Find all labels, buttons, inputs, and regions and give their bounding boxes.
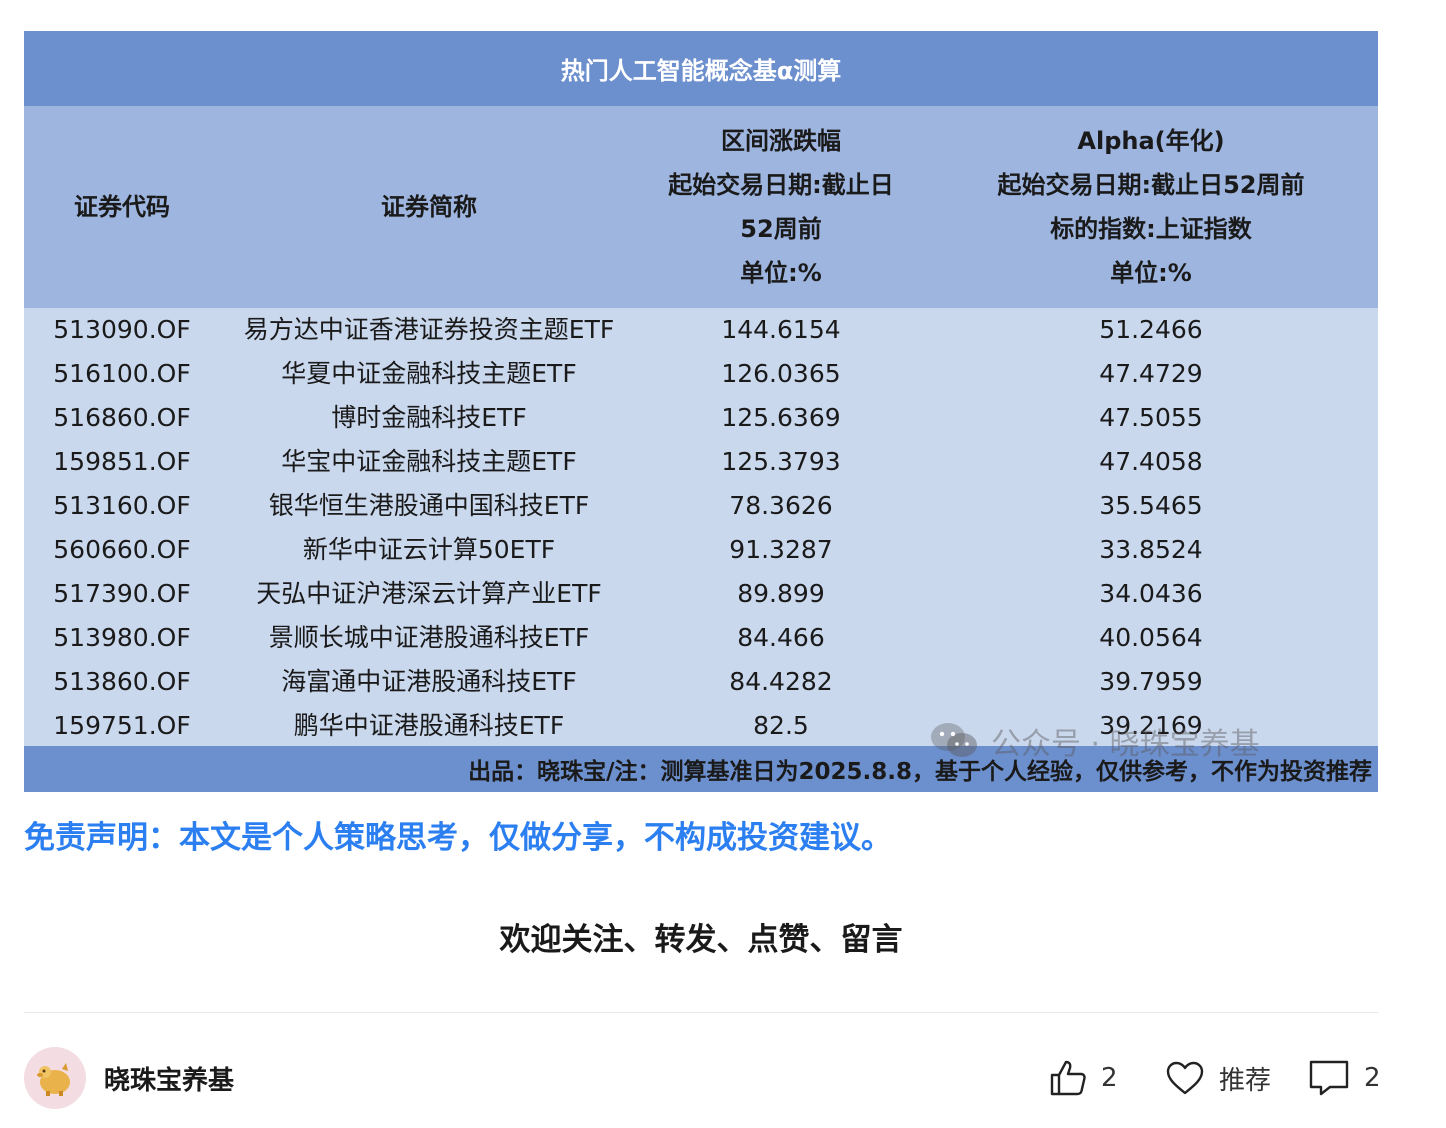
fund-alpha: 34.0436 <box>1099 579 1203 608</box>
table-row: 516860.OF 博时金融科技ETF 125.6369 47.5055 <box>24 396 1378 440</box>
header-name: 证券简称 <box>381 193 477 221</box>
fund-alpha: 33.8524 <box>1099 535 1203 564</box>
fund-alpha: 47.5055 <box>1099 403 1203 432</box>
table-title: 热门人工智能概念基α测算 <box>24 31 1378 106</box>
fund-change: 84.4282 <box>729 667 833 696</box>
table-row: 513860.OF 海富通中证港股通科技ETF 84.4282 39.7959 <box>24 660 1378 704</box>
fund-name: 银华恒生港股通中国科技ETF <box>268 491 590 520</box>
fund-code: 560660.OF <box>53 535 191 564</box>
fund-alpha: 51.2466 <box>1099 315 1203 344</box>
fund-name: 新华中证云计算50ETF <box>302 535 556 564</box>
fund-change: 82.5 <box>753 711 809 740</box>
header-alpha: Alpha(年化) 起始交易日期:截止日52周前 标的指数:上证指数 单位:% <box>997 127 1305 287</box>
fund-alpha: 40.0564 <box>1099 623 1203 652</box>
comment-button[interactable]: 2 <box>1308 1054 1381 1102</box>
like-button[interactable]: 2 <box>1049 1054 1118 1102</box>
comment-icon <box>1309 1060 1349 1096</box>
recommend-button[interactable]: 推荐 <box>1165 1054 1271 1102</box>
fund-name: 博时金融科技ETF <box>331 403 527 432</box>
action-bar: 2 推荐 2 <box>0 1054 1446 1102</box>
table-header: 证券代码 证券简称 区间涨跌幅 起始交易日期:截止日 52周前 单位:% Alp… <box>24 106 1378 308</box>
thumbs-up-icon <box>1050 1060 1086 1096</box>
recommend-label: 推荐 <box>1219 1065 1272 1096</box>
table-row: 513090.OF 易方达中证香港证券投资主题ETF 144.6154 51.2… <box>24 308 1378 352</box>
table-body: 513090.OF 易方达中证香港证券投资主题ETF 144.6154 51.2… <box>24 308 1378 746</box>
divider <box>24 1012 1378 1013</box>
fund-change: 84.466 <box>737 623 825 652</box>
fund-change: 89.899 <box>737 579 825 608</box>
watermark-text: 公众号 · 晓珠宝养基 <box>991 727 1260 762</box>
fund-code: 513090.OF <box>53 315 191 344</box>
fund-code: 516100.OF <box>53 359 191 388</box>
like-count: 2 <box>1101 1063 1118 1093</box>
fund-change: 125.6369 <box>721 403 841 432</box>
fund-name: 海富通中证港股通科技ETF <box>281 667 577 696</box>
fund-name: 华夏中证金融科技主题ETF <box>281 359 577 388</box>
fund-code: 159751.OF <box>53 711 191 740</box>
fund-alpha: 47.4058 <box>1099 447 1203 476</box>
table-row: 513980.OF 景顺长城中证港股通科技ETF 84.466 40.0564 <box>24 616 1378 660</box>
fund-alpha: 39.7959 <box>1099 667 1203 696</box>
fund-alpha: 47.4729 <box>1099 359 1203 388</box>
fund-change: 78.3626 <box>729 491 833 520</box>
table-row: 516100.OF 华夏中证金融科技主题ETF 126.0365 47.4729 <box>24 352 1378 396</box>
fund-name: 天弘中证沪港深云计算产业ETF <box>256 579 602 608</box>
fund-change: 91.3287 <box>729 535 833 564</box>
fund-name: 鹏华中证港股通科技ETF <box>293 711 565 740</box>
fund-code: 513860.OF <box>53 667 191 696</box>
fund-alpha: 35.5465 <box>1099 491 1203 520</box>
table-row: 513160.OF 银华恒生港股通中国科技ETF 78.3626 35.5465 <box>24 484 1378 528</box>
fund-code: 516860.OF <box>53 403 191 432</box>
welcome-text: 欢迎关注、转发、点赞、留言 <box>499 922 903 958</box>
table-row: 560660.OF 新华中证云计算50ETF 91.3287 33.8524 <box>24 528 1378 572</box>
watermark: 公众号 · 晓珠宝养基 <box>929 717 1260 765</box>
table-row: 159851.OF 华宝中证金融科技主题ETF 125.3793 47.4058 <box>24 440 1378 484</box>
fund-code: 513980.OF <box>53 623 191 652</box>
fund-name: 易方达中证香港证券投资主题ETF <box>243 315 615 344</box>
fund-code: 159851.OF <box>53 447 191 476</box>
comment-count: 2 <box>1364 1063 1381 1093</box>
fund-code: 513160.OF <box>53 491 191 520</box>
heart-icon <box>1166 1061 1204 1095</box>
fund-name: 华宝中证金融科技主题ETF <box>281 447 577 476</box>
header-code: 证券代码 <box>74 193 170 221</box>
fund-alpha-table: 热门人工智能概念基α测算 证券代码 证券简称 区间涨跌幅 起始交易日期:截止日 … <box>24 31 1378 792</box>
fund-change: 126.0365 <box>721 359 841 388</box>
wechat-icon <box>931 723 977 757</box>
fund-change: 144.6154 <box>721 315 841 344</box>
header-change: 区间涨跌幅 起始交易日期:截止日 52周前 单位:% <box>668 127 894 287</box>
fund-code: 517390.OF <box>53 579 191 608</box>
table-row: 517390.OF 天弘中证沪港深云计算产业ETF 89.899 34.0436 <box>24 572 1378 616</box>
fund-name: 景顺长城中证港股通科技ETF <box>268 623 590 652</box>
fund-change: 125.3793 <box>721 447 841 476</box>
disclaimer-text: 免责声明：本文是个人策略思考，仅做分享，不构成投资建议。 <box>24 820 892 856</box>
